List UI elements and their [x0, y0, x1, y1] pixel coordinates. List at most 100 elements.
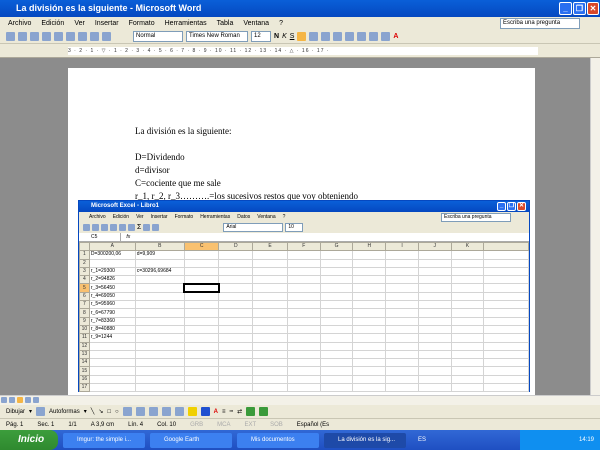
cell[interactable]: [450, 341, 485, 351]
cell[interactable]: [183, 266, 220, 277]
cell[interactable]: [183, 366, 220, 376]
cell[interactable]: [134, 308, 185, 318]
italic-button[interactable]: K: [282, 33, 287, 40]
save-icon[interactable]: [30, 32, 39, 41]
align-center-icon[interactable]: [309, 32, 319, 41]
cell[interactable]: [286, 366, 321, 376]
cell[interactable]: [417, 316, 452, 326]
column-header-H[interactable]: H: [352, 242, 387, 252]
cell[interactable]: [385, 308, 419, 318]
cell[interactable]: [319, 283, 354, 293]
cell[interactable]: r_9=1244: [88, 333, 136, 343]
spreadsheet-grid[interactable]: A B C D E F G H I J K 1 D=300200,06 d=9,909 2 3 r_1=2930…: [79, 242, 529, 392]
underline-button[interactable]: S: [290, 33, 295, 40]
cell[interactable]: [218, 333, 254, 343]
cell[interactable]: [286, 250, 321, 260]
language-indicator[interactable]: ES: [418, 437, 426, 443]
cell[interactable]: [286, 349, 321, 360]
column-header-D[interactable]: D: [218, 242, 254, 252]
row-header-4[interactable]: 4: [79, 275, 90, 285]
wordart-icon[interactable]: [135, 407, 145, 416]
align-right-icon[interactable]: [321, 32, 331, 41]
cell[interactable]: [450, 366, 485, 376]
help-search-input[interactable]: Escriba una pregunta: [500, 18, 580, 29]
horizontal-scrollbar[interactable]: [0, 395, 600, 405]
cell[interactable]: [134, 349, 185, 360]
row-header-9[interactable]: 9: [79, 316, 90, 326]
new-icon[interactable]: [6, 32, 15, 41]
spelling-icon[interactable]: [66, 32, 75, 41]
cell[interactable]: [218, 341, 254, 351]
cell[interactable]: [385, 374, 419, 385]
cell[interactable]: r_8=40880: [88, 324, 136, 335]
cell[interactable]: [319, 308, 354, 318]
cell[interactable]: [218, 283, 254, 293]
outline-view-icon[interactable]: [25, 397, 31, 403]
cell[interactable]: [183, 374, 220, 385]
cell[interactable]: d=9,909: [134, 250, 185, 260]
cell[interactable]: [218, 250, 254, 260]
bold-button[interactable]: N: [274, 33, 279, 40]
cell[interactable]: [450, 358, 485, 368]
cell[interactable]: [319, 349, 354, 360]
row-header-13[interactable]: 13: [79, 349, 90, 360]
cell[interactable]: [450, 324, 485, 335]
cell[interactable]: [134, 275, 185, 285]
cell[interactable]: [252, 349, 288, 360]
row-header-14[interactable]: 14: [79, 358, 90, 368]
cell[interactable]: [183, 358, 220, 368]
cell[interactable]: [352, 358, 387, 368]
cell[interactable]: [483, 366, 529, 376]
cell[interactable]: [252, 283, 288, 293]
cell[interactable]: [385, 291, 419, 302]
undo-icon[interactable]: [90, 32, 99, 41]
cell[interactable]: [450, 383, 485, 392]
cell[interactable]: [218, 266, 254, 277]
cell[interactable]: [134, 300, 185, 310]
cell[interactable]: [352, 383, 387, 392]
cell[interactable]: [252, 324, 288, 335]
cell[interactable]: [483, 374, 529, 385]
excel-menu-item-4[interactable]: Formato: [175, 212, 194, 222]
cell[interactable]: [319, 316, 354, 326]
cell[interactable]: [483, 258, 529, 268]
cell[interactable]: [483, 291, 529, 302]
cell[interactable]: [385, 341, 419, 351]
cell[interactable]: [352, 266, 387, 277]
cell[interactable]: [417, 333, 452, 343]
row-header-17[interactable]: 17: [79, 383, 90, 392]
cell[interactable]: [286, 308, 321, 318]
cell[interactable]: [88, 358, 136, 368]
style-select[interactable]: Normal: [133, 31, 183, 42]
cell[interactable]: [286, 333, 321, 343]
cell[interactable]: [319, 258, 354, 268]
cell[interactable]: [218, 316, 254, 326]
taskbar-item-google-earth[interactable]: Google Earth: [150, 432, 232, 448]
cell[interactable]: [385, 300, 419, 310]
cell[interactable]: [183, 383, 220, 392]
cell[interactable]: [385, 316, 419, 326]
row-header-1[interactable]: 1: [79, 250, 90, 260]
align-left-icon[interactable]: [297, 32, 307, 41]
select-all-corner[interactable]: [79, 242, 90, 252]
close-button[interactable]: ✕: [587, 2, 599, 15]
cell[interactable]: [352, 250, 387, 260]
cell[interactable]: [352, 275, 387, 285]
column-header-G[interactable]: G: [319, 242, 354, 252]
column-header-A[interactable]: A: [88, 242, 136, 252]
menu-item-8[interactable]: ?: [279, 17, 283, 30]
menu-item-0[interactable]: Archivo: [8, 17, 31, 30]
fill-color-icon[interactable]: [187, 407, 197, 416]
cell[interactable]: c=30296,69684: [134, 266, 185, 277]
excel-menu-item-7[interactable]: Ventana: [257, 212, 275, 222]
rectangle-icon[interactable]: □: [107, 409, 111, 415]
cell[interactable]: [450, 349, 485, 360]
cell[interactable]: [417, 308, 452, 318]
cell[interactable]: [385, 324, 419, 335]
cell[interactable]: [352, 374, 387, 385]
cell[interactable]: [183, 341, 220, 351]
bullets-icon[interactable]: [357, 32, 367, 41]
cell[interactable]: [183, 300, 220, 310]
cell[interactable]: [218, 366, 254, 376]
cell[interactable]: [286, 291, 321, 302]
